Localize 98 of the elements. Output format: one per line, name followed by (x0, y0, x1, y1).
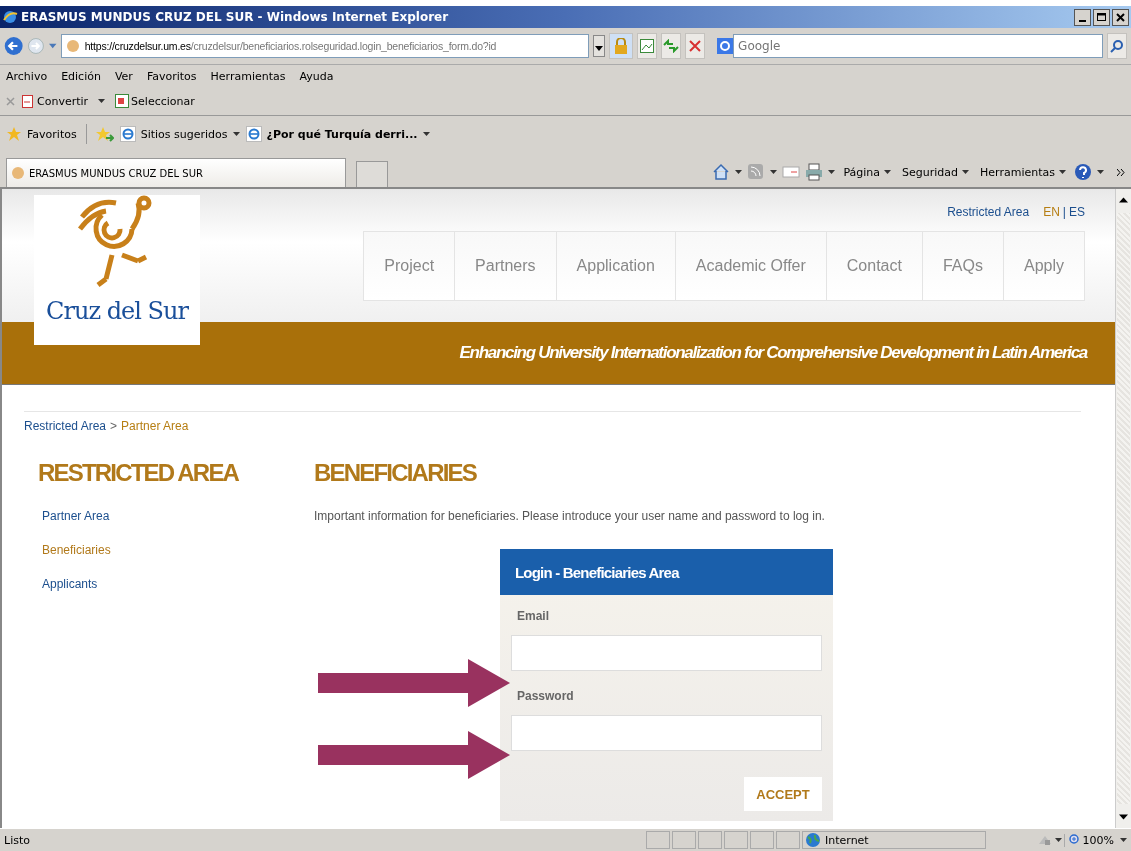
tagline: Enhancing University Internationalization for Comprehensive Development in Latin America (459, 343, 1087, 363)
picture-button[interactable] (637, 33, 658, 59)
search-engine-icon (717, 38, 734, 54)
toolbar-button[interactable]: Seleccionar (115, 93, 195, 109)
dropdown-button[interactable] (592, 35, 606, 57)
stop-button[interactable] (685, 33, 706, 59)
favorites-button[interactable]: Favoritos (6, 126, 77, 142)
caret-icon (422, 132, 430, 136)
login-title: Login - Beneficiaries Area (500, 549, 833, 595)
padlock-icon (614, 38, 629, 54)
menu-item[interactable]: Archivo (6, 69, 48, 83)
refresh-icon (663, 39, 680, 53)
security-zone: Internet (802, 831, 986, 849)
nav-link[interactable]: Application (555, 232, 675, 300)
page-icon (119, 126, 136, 142)
status-pane (724, 831, 748, 849)
caret-icon[interactable] (98, 99, 106, 103)
search-button[interactable] (1107, 33, 1127, 59)
window-title: ERASMUS MUNDUS CRUZ DEL SUR - Windows Internet Explorer (21, 10, 450, 24)
globe-icon (805, 832, 821, 848)
toolbar-menu-button[interactable]: Seguridad (899, 165, 973, 179)
caret-icon (962, 170, 970, 174)
close-button[interactable] (1112, 8, 1129, 26)
toolbar-menu-button[interactable]: Página (840, 165, 895, 179)
minimize-icon (1079, 19, 1086, 22)
nav-link[interactable]: Contact (825, 232, 922, 300)
sidebar-link[interactable]: Beneficiaries (42, 543, 111, 557)
maximize-icon (1097, 13, 1106, 21)
sidebar-link[interactable]: Applicants (42, 577, 98, 591)
refresh-button[interactable] (661, 33, 682, 59)
favorites-link[interactable]: Sitios sugeridos (119, 126, 240, 142)
toolbar-button[interactable]: Convertir (21, 93, 89, 109)
breadcrumb-link[interactable]: Partner Area (121, 419, 189, 433)
status-text: Listo (4, 833, 31, 847)
caret-icon[interactable] (828, 170, 836, 174)
caret-icon[interactable] (1054, 838, 1062, 842)
caret-icon[interactable] (735, 170, 743, 174)
nav-link[interactable]: Academic Offer (674, 232, 826, 300)
page-heading: BENEFICIARIES (314, 459, 476, 488)
status-pane (776, 831, 800, 849)
sidebar-link[interactable]: Partner Area (42, 509, 110, 523)
browser-logo-icon (2, 9, 18, 25)
status-pane (646, 831, 670, 849)
caret-icon[interactable] (1097, 170, 1104, 174)
separator-text: | (1062, 205, 1066, 219)
close-icon (1116, 12, 1125, 22)
toolbar-menu-button[interactable]: Herramientas (977, 165, 1069, 179)
nav-link[interactable]: Apply (1002, 232, 1084, 300)
vertical-scrollbar[interactable] (1115, 189, 1131, 828)
stop-icon (689, 40, 702, 52)
picture-icon (640, 39, 655, 53)
logo-text: Cruz del Sur (46, 297, 188, 325)
site-icon (11, 166, 25, 180)
caret-icon (594, 45, 603, 51)
address-field[interactable]: https://cruzdelsur.um.es/cruzdelsur/beneficiarios.rolseguridad.login_beneficiarios_form.do?id (60, 34, 589, 58)
help-icon[interactable] (1074, 163, 1092, 181)
document-icon (21, 93, 35, 109)
sidebar-title: RESTRICTED AREA (38, 459, 239, 488)
minimize-button[interactable] (1074, 8, 1091, 26)
page-icon (245, 126, 262, 142)
logo[interactable]: Cruz del Sur (34, 195, 200, 345)
accept-button[interactable]: ACCEPT (744, 777, 822, 811)
caret-icon (232, 132, 240, 136)
favorites-link[interactable]: ¿Por qué Turquía derri... (245, 126, 430, 142)
printer-icon[interactable] (805, 163, 824, 181)
url-text: https://cruzdelsur.um.es/cruzdelsur/beneficiarios.rolseguridad.login_beneficiarios_form.do?id (84, 40, 497, 52)
status-pane (750, 831, 774, 849)
menu-item[interactable]: Herramientas (210, 69, 286, 83)
field-label: Email (517, 609, 549, 623)
form-icon (115, 93, 130, 109)
status-pane (672, 831, 696, 849)
zoom-button[interactable]: 100% (1063, 833, 1118, 847)
caret-icon (884, 170, 892, 174)
breadcrumb-link[interactable]: Restricted Area (24, 419, 107, 433)
status-pane (698, 831, 722, 849)
caret-icon (1059, 170, 1066, 174)
caret-icon[interactable] (1120, 838, 1127, 842)
breadcrumb-separator: > (110, 419, 118, 433)
field-label: Password (517, 689, 574, 703)
menu-item[interactable]: Ayuda (299, 69, 334, 83)
site-icon (64, 38, 81, 54)
menu-item[interactable]: Ver (114, 69, 133, 83)
input-field[interactable] (511, 635, 822, 671)
restricted-area-link[interactable]: Restricted Area (947, 205, 1030, 219)
search-field[interactable]: Google (733, 34, 1104, 58)
input-field[interactable] (511, 715, 822, 751)
home-icon[interactable] (712, 163, 731, 181)
maximize-button[interactable] (1093, 8, 1110, 26)
menu-item[interactable]: Edición (61, 69, 101, 83)
intro-text: Important information for beneficiaries. Please introduce your user name and password to log in. (314, 509, 825, 523)
nav-link[interactable]: FAQs (921, 232, 1003, 300)
language-link[interactable]: ES (1069, 205, 1085, 219)
caret-icon[interactable] (770, 170, 778, 174)
chevron-icon[interactable] (1117, 168, 1125, 176)
browser-tab[interactable]: ERASMUS MUNDUS CRUZ DEL SUR (6, 158, 346, 187)
menu-item[interactable]: Favoritos (146, 69, 197, 83)
search-icon (1110, 39, 1125, 53)
star-icon (6, 126, 22, 142)
